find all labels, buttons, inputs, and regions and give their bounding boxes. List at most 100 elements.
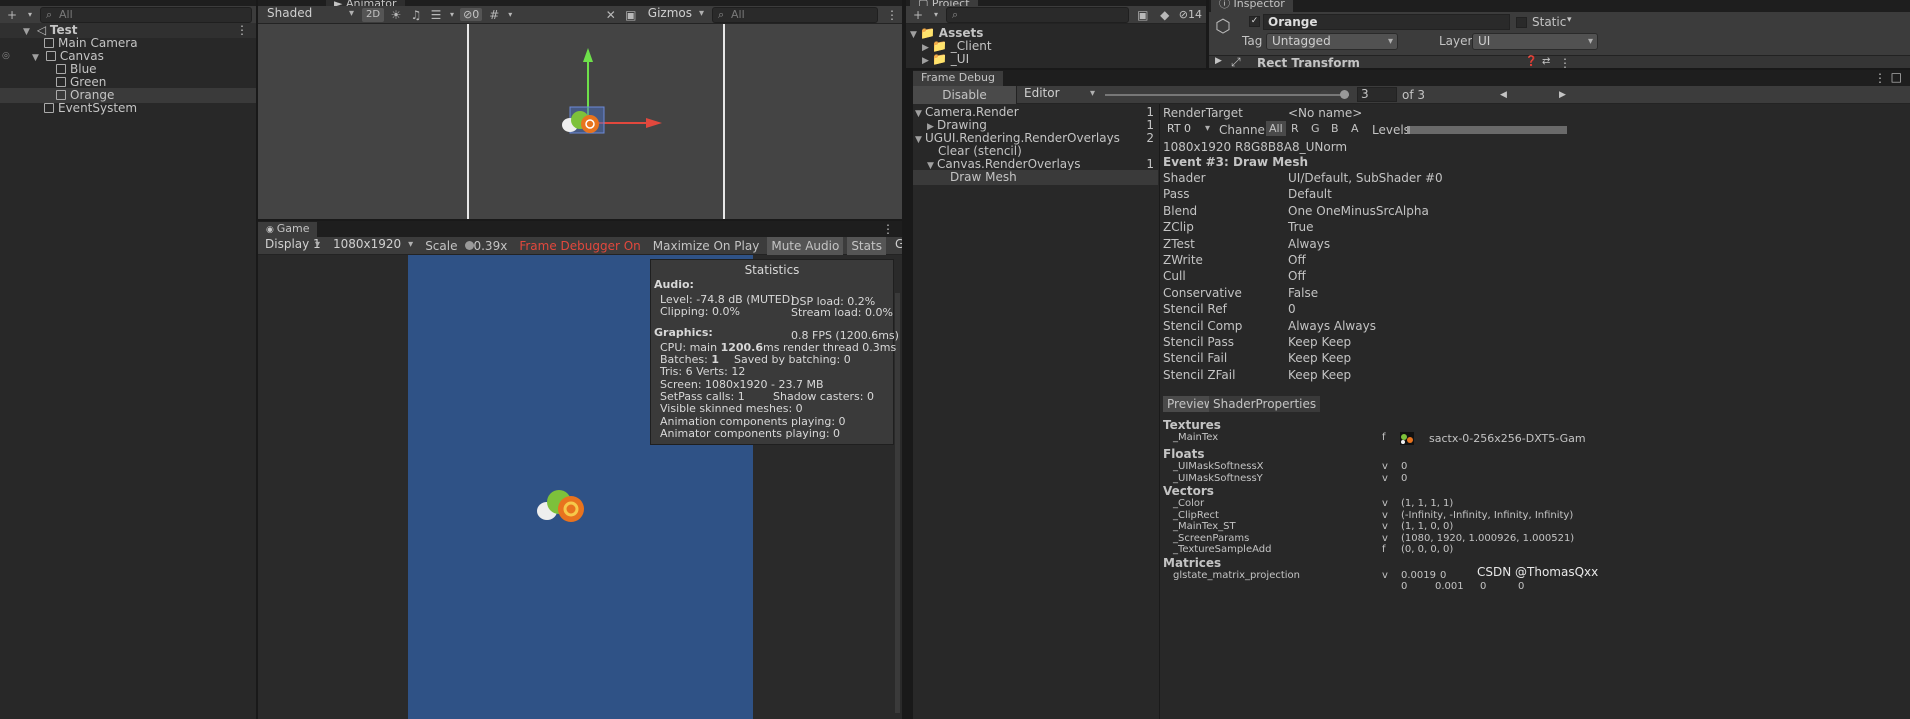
folder-icon: 📁	[932, 39, 947, 53]
mode-2d-toggle[interactable]: 2D	[362, 7, 385, 22]
filter-icon[interactable]: ▣	[1135, 7, 1151, 23]
static-label: Static	[1532, 15, 1567, 29]
next-event-icon[interactable]: ▶	[1559, 90, 1566, 100]
chevron-down-icon[interactable]: ▾	[932, 7, 940, 23]
mute-audio-toggle[interactable]: Mute Audio	[767, 236, 844, 255]
event-index-field[interactable]: 3	[1357, 87, 1397, 102]
disable-button[interactable]: Disable	[913, 85, 1017, 104]
object-name-field[interactable]: Orange	[1263, 14, 1510, 30]
property-value: Always Always	[1288, 318, 1376, 333]
event-slider[interactable]	[1105, 89, 1349, 99]
maximize-on-play-toggle[interactable]: Maximize On Play	[649, 237, 764, 255]
more-icon[interactable]: ⋮	[882, 222, 894, 236]
tab-game[interactable]: ◉ Game	[258, 222, 318, 237]
scale-slider-handle[interactable]	[465, 240, 475, 250]
lighting-icon[interactable]: ☀	[388, 7, 404, 23]
chevron-down-icon[interactable]: ▾	[448, 7, 456, 23]
folder-icon: 📁	[920, 26, 935, 40]
static-dropdown-icon[interactable]: ▾	[1567, 15, 1572, 25]
hierarchy-item-label: Main Camera	[58, 36, 138, 50]
floats-header: Floats	[1163, 447, 1205, 461]
tab-frame-debug[interactable]: Frame Debug	[913, 71, 1003, 86]
x-axis-arrow-icon[interactable]	[646, 118, 662, 128]
collapse-arrow-icon[interactable]: ▶	[1215, 56, 1222, 66]
hierarchy-item[interactable]: EventSystem	[0, 101, 256, 116]
vector-type: v	[1382, 533, 1388, 544]
event-label: Clear (stencil)	[938, 144, 1022, 158]
static-checkbox[interactable]	[1516, 17, 1527, 28]
channel-g-button[interactable]: G	[1308, 122, 1323, 135]
float-value: 0	[1401, 473, 1408, 484]
active-checkbox[interactable]: ✓	[1249, 16, 1260, 27]
texture-name: _MainTex	[1173, 432, 1219, 443]
rt-dropdown[interactable]: RT 0	[1162, 121, 1214, 138]
resolution-dropdown[interactable]: 1080x1920	[328, 237, 418, 254]
event-label: Drawing	[937, 118, 987, 132]
grid-icon[interactable]: #	[486, 7, 502, 23]
more-icon[interactable]: ⋮	[886, 8, 898, 22]
property-value: Keep Keep	[1288, 367, 1352, 382]
rect-transform-header[interactable]: ▶ ⤢ Rect Transform ❓ ⇄ ⋮	[1209, 55, 1910, 68]
texture-value: sactx-0-256x256-DXT5-Gam	[1429, 432, 1586, 445]
prev-event-icon[interactable]: ◀	[1500, 90, 1507, 100]
event-slider-handle[interactable]	[1340, 89, 1349, 99]
channel-all-button[interactable]: All	[1266, 121, 1286, 136]
add-icon[interactable]: +	[4, 7, 20, 23]
hierarchy-item-label: Orange	[70, 88, 115, 102]
move-gizmo[interactable]	[558, 40, 678, 140]
frame-debug-tabbar: Frame Debug ⋮ □	[913, 70, 1910, 86]
property-name: Shader	[1163, 171, 1206, 185]
more-icon[interactable]: ⋮	[1559, 56, 1571, 68]
event-tree-item-selected[interactable]: Draw Mesh	[913, 170, 1158, 185]
matrix-cell: 0.0019	[1401, 570, 1436, 581]
effects-icon[interactable]: ☰	[428, 7, 444, 23]
layer-dropdown[interactable]: UI	[1472, 33, 1598, 50]
channel-r-button[interactable]: R	[1288, 122, 1302, 135]
matrix-cell: 0	[1480, 581, 1487, 592]
channel-a-button[interactable]: A	[1348, 122, 1362, 135]
vector-name: _TextureSampleAdd	[1173, 544, 1272, 555]
y-axis-arrow-icon[interactable]	[583, 48, 593, 62]
channel-b-button[interactable]: B	[1328, 122, 1342, 135]
hidden-packages-toggle[interactable]: ⊘14	[1179, 8, 1202, 21]
gizmos-dropdown[interactable]: Gizmos	[889, 237, 902, 254]
frame-debugger-status: Frame Debugger On	[519, 238, 641, 253]
stats-toggle[interactable]: Stats	[847, 236, 886, 255]
float-name: _UIMaskSoftnessX	[1173, 461, 1264, 472]
add-icon[interactable]: +	[910, 7, 926, 23]
hierarchy-search-input[interactable]: All	[40, 6, 252, 23]
property-value: One OneMinusSrcAlpha	[1288, 203, 1429, 218]
target-dropdown[interactable]: Editor	[1019, 86, 1099, 103]
more-icon[interactable]: ⋮	[1874, 71, 1886, 85]
presets-icon[interactable]: ⇄	[1542, 56, 1550, 67]
vector-name: _Color	[1173, 498, 1205, 509]
maximize-icon[interactable]: □	[1891, 70, 1902, 84]
tools-icon[interactable]: ✕	[603, 7, 619, 23]
vector-type: v	[1382, 521, 1388, 532]
gizmos-dropdown[interactable]: Gizmos	[642, 6, 708, 23]
shading-mode-dropdown[interactable]: Shaded	[262, 6, 358, 23]
float-type: v	[1382, 473, 1388, 484]
project-panel: ▢ Project + ▾ ▣ ◆ ⊘14 ▼📁 Assets ▶📁 _Clie…	[906, 0, 1206, 68]
help-icon[interactable]: ❓	[1525, 56, 1537, 67]
chevron-down-icon[interactable]: ▾	[506, 7, 514, 23]
chevron-down-icon[interactable]: ▾	[26, 7, 34, 23]
levels-label: Levels	[1372, 123, 1410, 137]
vectors-header: Vectors	[1163, 484, 1214, 498]
levels-slider[interactable]	[1407, 126, 1567, 134]
tab-shader-properties[interactable]: ShaderProperties	[1209, 396, 1321, 412]
graphics-header: Graphics:	[654, 326, 713, 339]
collapse-arrow-icon[interactable]: ▶	[922, 54, 932, 68]
scene-search-input[interactable]: All	[712, 6, 878, 23]
game-scrollbar[interactable]	[895, 293, 900, 713]
label-icon[interactable]: ◆	[1157, 7, 1173, 23]
hierarchy-panel: + ▾ All ▼ ◁ Test ⋮ Main Camera ◎ ▼ Canva…	[0, 0, 256, 719]
display-dropdown[interactable]: Display 1	[260, 237, 324, 254]
camera-icon[interactable]: ▣	[623, 7, 639, 23]
project-search-input[interactable]	[946, 6, 1129, 23]
tab-inspector[interactable]: ⓘ Inspector	[1211, 0, 1293, 12]
tag-dropdown[interactable]: Untagged	[1266, 33, 1398, 50]
audio-icon[interactable]: ♫	[408, 7, 424, 23]
project-folder[interactable]: ▶ 📁 _UI	[906, 52, 1206, 67]
hidden-objects-toggle[interactable]: ⊘0	[460, 8, 483, 21]
